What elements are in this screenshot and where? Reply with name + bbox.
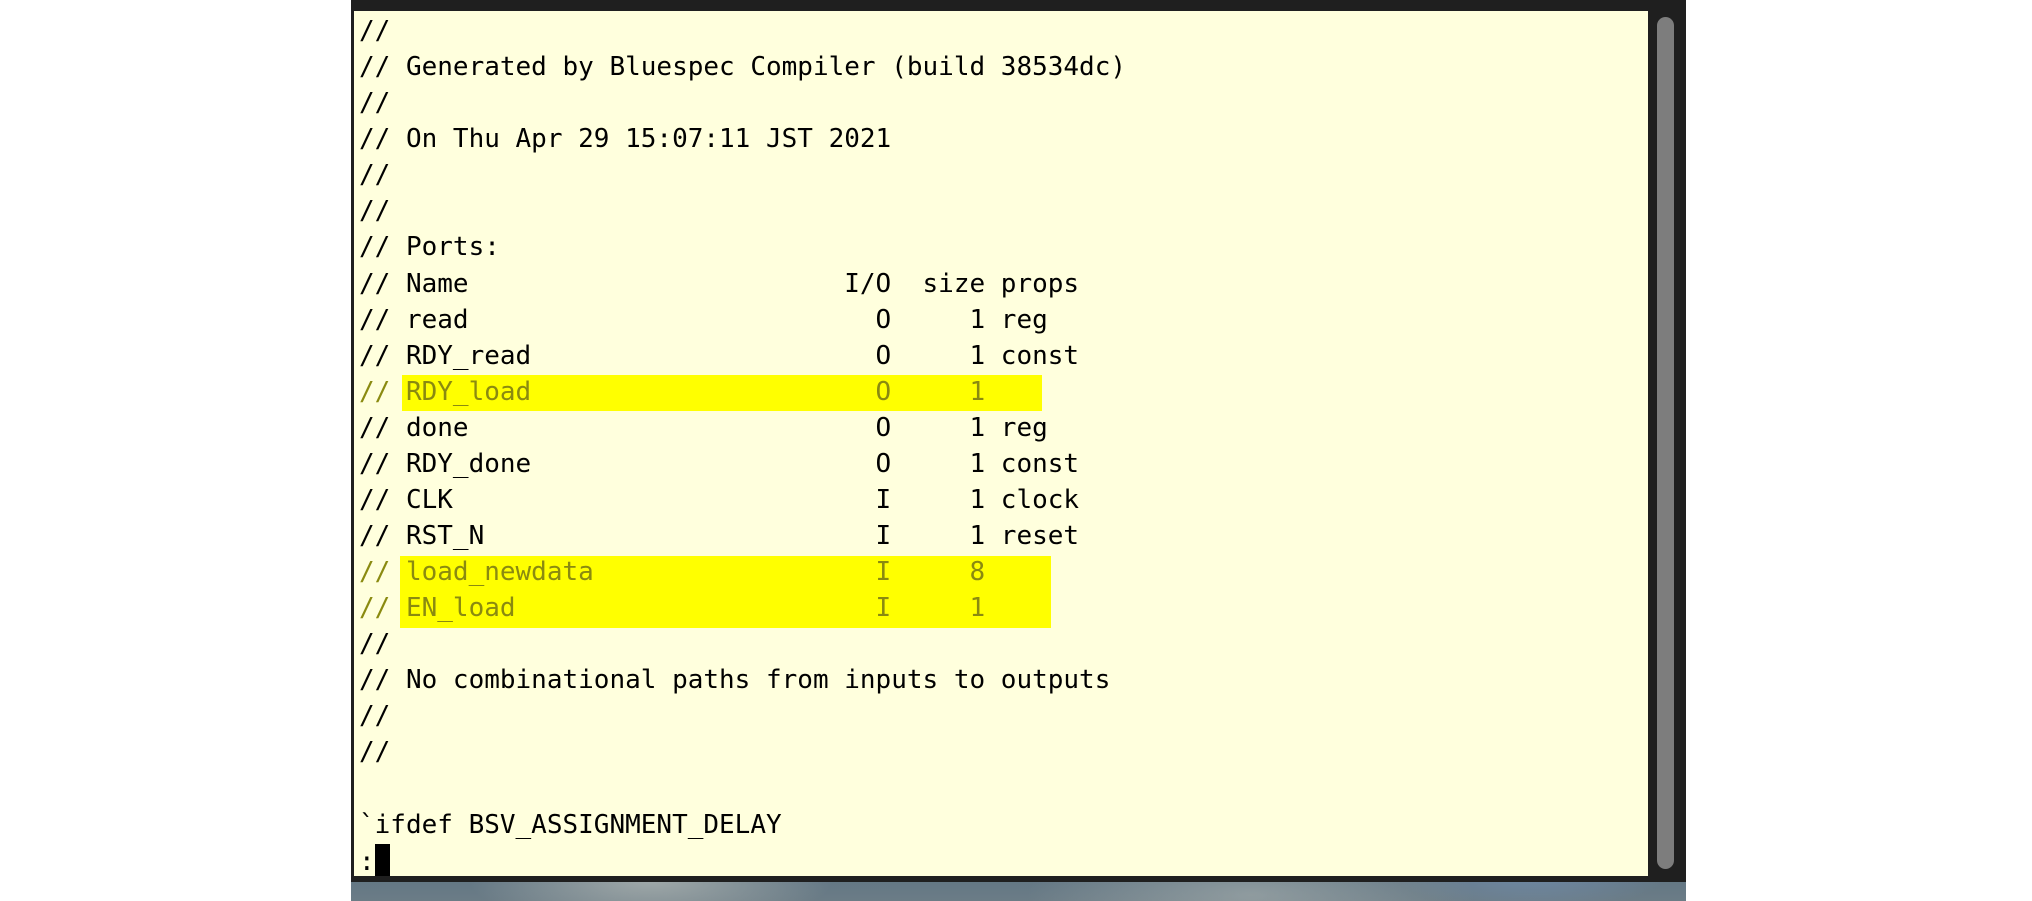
code-line: // RDY_read O 1 const — [359, 341, 1080, 371]
code-line: // — [359, 88, 391, 118]
code-line: // — [359, 701, 391, 731]
code-line: // RST_N I 1 reset — [359, 521, 1080, 551]
code-line: // — [359, 737, 391, 767]
code-line: // — [359, 16, 391, 46]
pager-prompt[interactable]: : — [359, 844, 390, 876]
terminal-window: // // Generated by Bluespec Compiler (bu… — [351, 0, 1686, 882]
code-line: // read O 1 reg — [359, 305, 1048, 335]
code-line: // — [359, 629, 391, 659]
prompt-colon: : — [359, 847, 375, 876]
code-line: // CLK I 1 clock — [359, 485, 1080, 515]
terminal-text-area[interactable]: // // Generated by Bluespec Compiler (bu… — [354, 11, 1648, 876]
code-line: // No combinational paths from inputs to… — [359, 665, 1111, 695]
code-line-highlighted: // RDY_load O 1 — [359, 377, 986, 407]
scrollbar[interactable] — [1648, 11, 1683, 876]
text-cursor — [374, 844, 390, 876]
code-line-highlighted: // EN_load I 1 — [359, 593, 986, 623]
code-line: // RDY_done O 1 const — [359, 449, 1080, 479]
code-line: // — [359, 160, 391, 190]
code-line: // Ports: — [359, 232, 500, 262]
code-line: // Name I/O size props — [359, 269, 1080, 299]
scrollbar-thumb[interactable] — [1657, 17, 1674, 869]
code-line: // done O 1 reg — [359, 413, 1048, 443]
code-line: `ifdef BSV_ASSIGNMENT_DELAY — [359, 810, 782, 840]
code-line: // On Thu Apr 29 15:07:11 JST 2021 — [359, 124, 892, 154]
code-line: // Generated by Bluespec Compiler (build… — [359, 52, 1127, 82]
code-line-highlighted: // load_newdata I 8 — [359, 557, 986, 587]
code-line: // — [359, 196, 391, 226]
